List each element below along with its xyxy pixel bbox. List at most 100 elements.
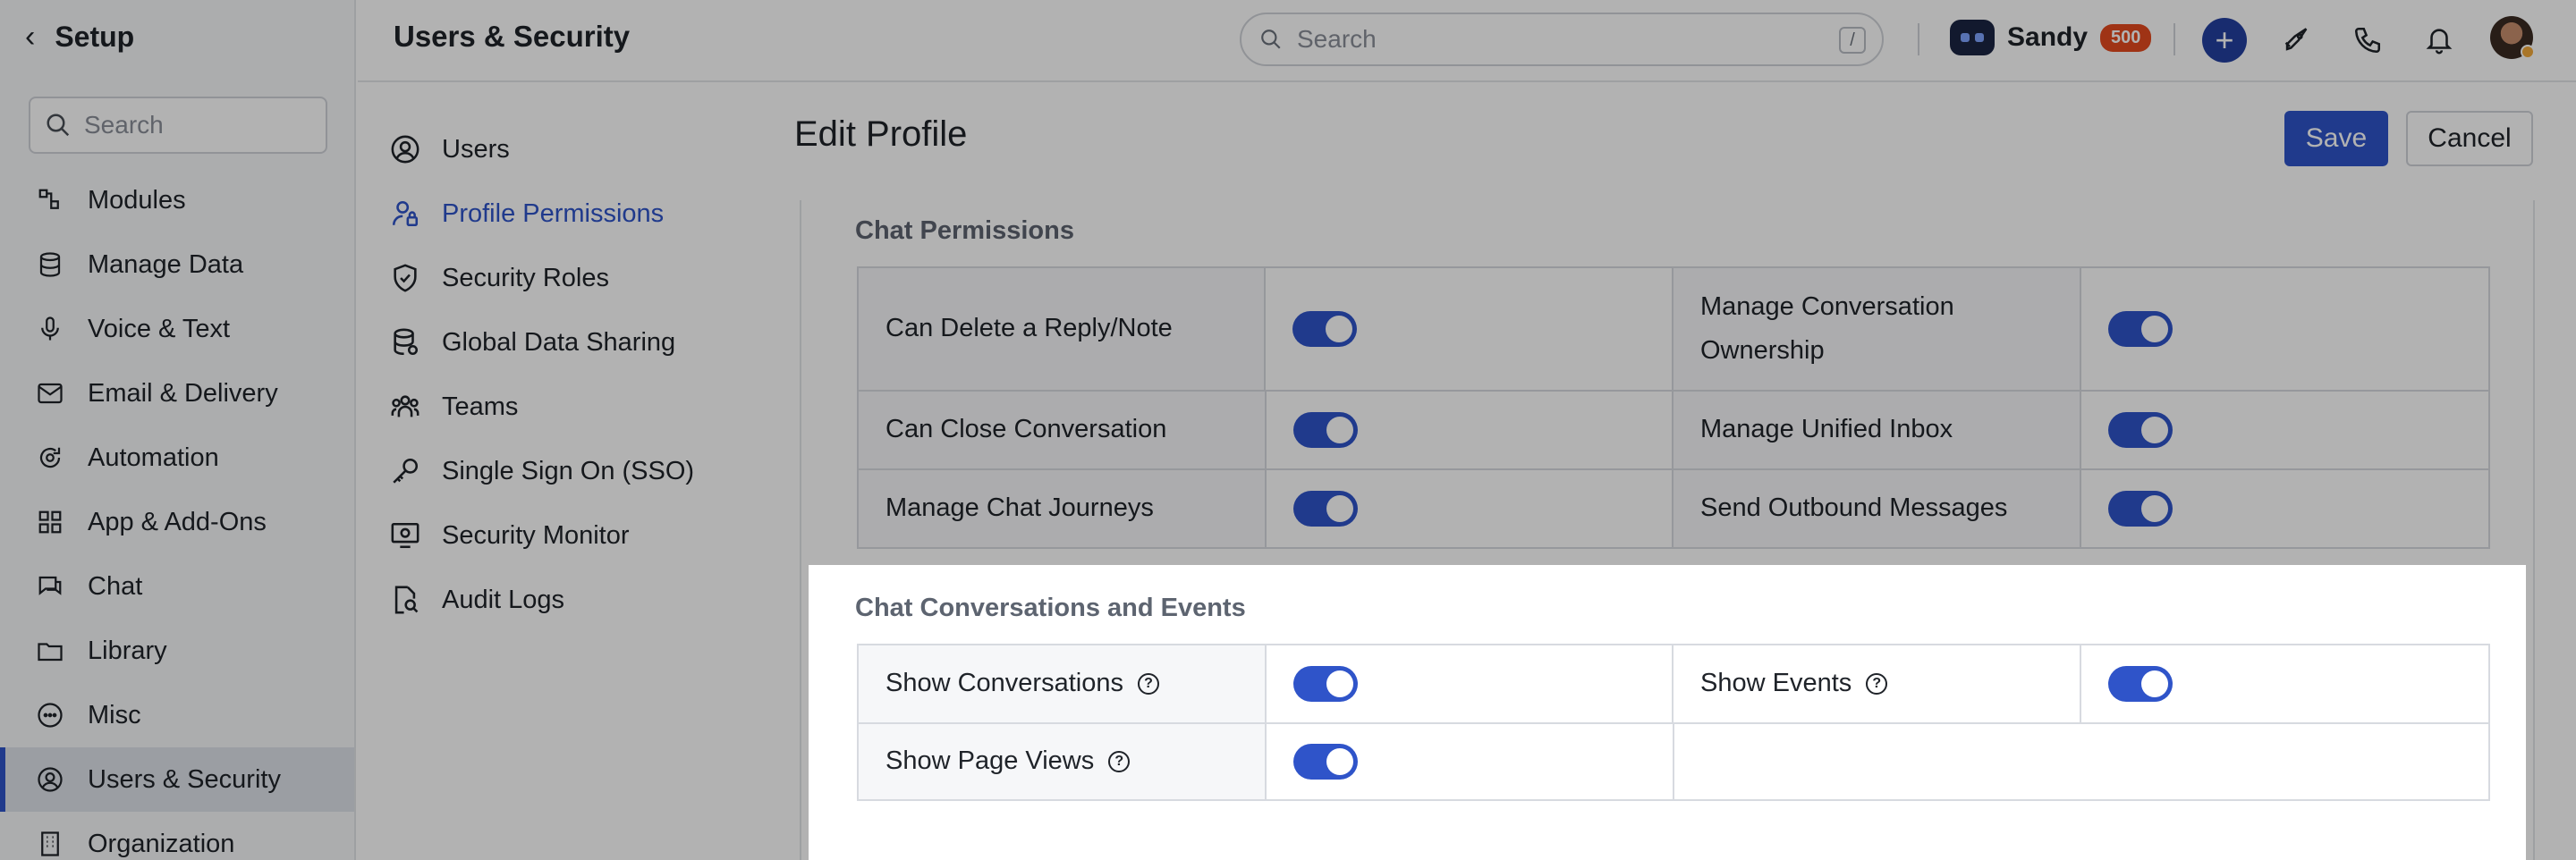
toggle-switch[interactable] xyxy=(1292,491,1358,527)
toggle-switch[interactable] xyxy=(1293,744,1358,780)
save-button[interactable]: Save xyxy=(2284,111,2388,166)
team-icon xyxy=(391,395,419,417)
user-circle-icon xyxy=(391,135,419,164)
permission-label: Show Page Views ? xyxy=(859,724,1267,799)
permission-label: Manage Unified Inbox xyxy=(1674,392,2081,468)
back-arrow-icon[interactable]: ‹ xyxy=(25,21,35,52)
phone-button[interactable] xyxy=(2345,18,2390,63)
sidebar-item-label: Automation xyxy=(88,443,219,472)
permissions-panel: Chat Permissions Can Delete a Reply/Note… xyxy=(800,200,2535,860)
user-chip[interactable]: Sandy 500 xyxy=(1950,20,2152,55)
toggle-cell xyxy=(2081,268,2488,390)
chat-conversations-table: Show Conversations ? Show Events ? Show … xyxy=(857,644,2490,801)
sidebar-title: Setup xyxy=(55,20,135,53)
toggle-switch[interactable] xyxy=(2107,412,2173,448)
subnav-item-security-monitor[interactable]: Security Monitor xyxy=(390,520,630,551)
automation-icon xyxy=(36,443,64,472)
toggle-switch[interactable] xyxy=(2107,491,2173,527)
sidebar-item-label: Misc xyxy=(88,700,141,729)
toggle-cell xyxy=(2081,645,2489,722)
database-icon xyxy=(36,250,64,279)
search-icon xyxy=(1261,30,1281,49)
add-button[interactable]: + xyxy=(2202,18,2247,63)
section-title-chat-conversations: Chat Conversations and Events xyxy=(855,594,1246,622)
sidebar-item-automation[interactable]: Automation xyxy=(0,426,354,490)
plus-icon: + xyxy=(2215,21,2234,58)
help-icon[interactable]: ? xyxy=(1108,751,1131,772)
sidebar-item-label: Modules xyxy=(88,185,186,215)
toggle-switch[interactable] xyxy=(2107,311,2173,347)
toggle-switch[interactable] xyxy=(1292,311,1358,347)
sidebar-item-users-security[interactable]: Users & Security xyxy=(0,747,354,812)
subnav-item-sso[interactable]: Single Sign On (SSO) xyxy=(390,456,694,486)
sidebar-search-placeholder: Search xyxy=(84,111,164,139)
sidebar-item-label: Email & Delivery xyxy=(88,378,278,408)
rocket-button[interactable] xyxy=(2274,18,2318,63)
sidebar-item-manage-data[interactable]: Manage Data xyxy=(0,232,354,297)
setup-sidebar: ‹ Setup Search Modules Manage Data Voice… xyxy=(0,0,356,860)
cancel-button[interactable]: Cancel xyxy=(2406,111,2533,166)
subnav-item-teams[interactable]: Teams xyxy=(390,392,518,422)
key-icon xyxy=(393,458,419,484)
toggle-switch[interactable] xyxy=(1292,412,1358,448)
sidebar-header: ‹ Setup xyxy=(0,0,354,73)
database-share-icon xyxy=(394,328,419,356)
divider xyxy=(2174,23,2175,55)
top-bar: Users & Security Search / Sandy 500 + xyxy=(358,0,2576,82)
table-row: Show Page Views ? xyxy=(859,722,2488,799)
phone-icon xyxy=(2354,27,2381,54)
toggle-cell xyxy=(1267,724,1674,799)
help-icon[interactable]: ? xyxy=(1137,673,1159,695)
subnav-item-users[interactable]: Users xyxy=(390,134,510,164)
permission-label: Manage Chat Journeys xyxy=(859,470,1267,547)
permission-label-text: Show Page Views xyxy=(886,746,1095,776)
toggle-switch[interactable] xyxy=(2107,666,2173,702)
sidebar-item-chat[interactable]: Chat xyxy=(0,554,354,619)
sidebar-item-email-delivery[interactable]: Email & Delivery xyxy=(0,361,354,426)
sidebar-item-apps[interactable]: App & Add-Ons xyxy=(0,490,354,554)
subnav-item-profile-permissions[interactable]: Profile Permissions xyxy=(390,198,664,229)
empty-cell xyxy=(1674,724,2488,799)
sidebar-item-library[interactable]: Library xyxy=(0,619,354,683)
subnav-item-global-data-sharing[interactable]: Global Data Sharing xyxy=(390,327,675,358)
sidebar-item-label: Chat xyxy=(88,571,143,601)
sidebar-item-modules[interactable]: Modules xyxy=(0,168,354,232)
subnav-item-audit-logs[interactable]: Audit Logs xyxy=(390,585,564,615)
apps-icon xyxy=(36,508,64,536)
modules-icon xyxy=(36,186,64,215)
permission-label: Send Outbound Messages xyxy=(1674,470,2081,547)
monitor-icon xyxy=(391,522,419,549)
toggle-cell xyxy=(2081,470,2489,547)
sidebar-item-label: Manage Data xyxy=(88,249,244,279)
more-icon xyxy=(36,701,64,729)
sidebar-search[interactable]: Search xyxy=(29,97,327,154)
subnav-item-label: Users xyxy=(442,134,510,164)
chat-permissions-table: Can Delete a Reply/Note Manage Conversat… xyxy=(857,266,2490,549)
toggle-cell xyxy=(1267,645,1674,722)
sidebar-item-misc[interactable]: Misc xyxy=(0,683,354,747)
page-title: Users & Security xyxy=(394,20,631,53)
permission-label: Show Events ? xyxy=(1674,645,2081,722)
edit-profile-title: Edit Profile xyxy=(794,114,968,154)
help-icon[interactable]: ? xyxy=(1866,673,1888,695)
search-icon xyxy=(47,114,70,137)
notifications-button[interactable] xyxy=(2417,18,2462,63)
global-search[interactable]: Search / xyxy=(1240,13,1884,66)
building-icon xyxy=(36,830,64,858)
sidebar-item-organization[interactable]: Organization xyxy=(0,812,354,860)
toggle-cell xyxy=(1267,392,1674,468)
subnav-item-label: Global Data Sharing xyxy=(442,327,676,357)
permission-label: Can Close Conversation xyxy=(859,392,1267,468)
bot-icon xyxy=(1950,20,1995,55)
subnav-item-security-roles[interactable]: Security Roles xyxy=(390,263,609,293)
permission-label: Can Delete a Reply/Note xyxy=(859,268,1267,390)
toggle-switch[interactable] xyxy=(1292,666,1358,702)
credits-badge: 500 xyxy=(2100,23,2152,52)
bell-icon xyxy=(2426,29,2453,55)
document-search-icon xyxy=(394,586,419,614)
user-circle-icon xyxy=(36,765,64,794)
user-lock-icon xyxy=(392,200,419,227)
shield-icon xyxy=(394,264,417,292)
sidebar-item-voice-text[interactable]: Voice & Text xyxy=(0,297,354,361)
section-title-chat-permissions: Chat Permissions xyxy=(855,216,1074,245)
